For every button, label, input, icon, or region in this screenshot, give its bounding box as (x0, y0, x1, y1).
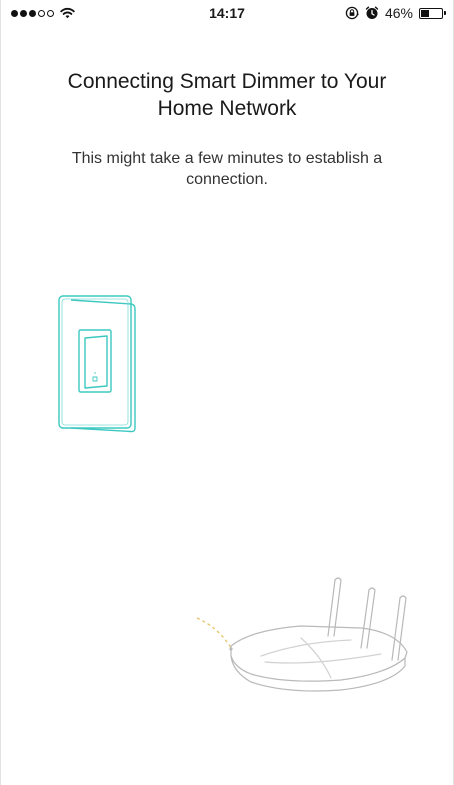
page-subtitle: This might take a few minutes to establi… (71, 150, 383, 188)
status-time: 14:17 (209, 5, 245, 21)
signal-dots-icon (11, 9, 54, 17)
rotation-lock-icon (345, 6, 359, 20)
battery-fill (421, 9, 430, 17)
battery-icon (419, 7, 446, 19)
connecting-screen: 14:17 46% Connecting Smart Dimmer to You… (0, 0, 454, 785)
dimmer-switch-illustration (58, 295, 136, 433)
alarm-icon (365, 6, 379, 19)
wifi-router-illustration (196, 577, 408, 692)
page-title: Connecting Smart Dimmer to Your Home Net… (67, 70, 387, 120)
status-bar-right: 46% (345, 5, 446, 21)
status-bar-left (11, 7, 75, 19)
battery-percent: 46% (384, 5, 413, 21)
wifi-icon (60, 7, 75, 19)
status-bar: 14:17 46% (1, 0, 453, 26)
